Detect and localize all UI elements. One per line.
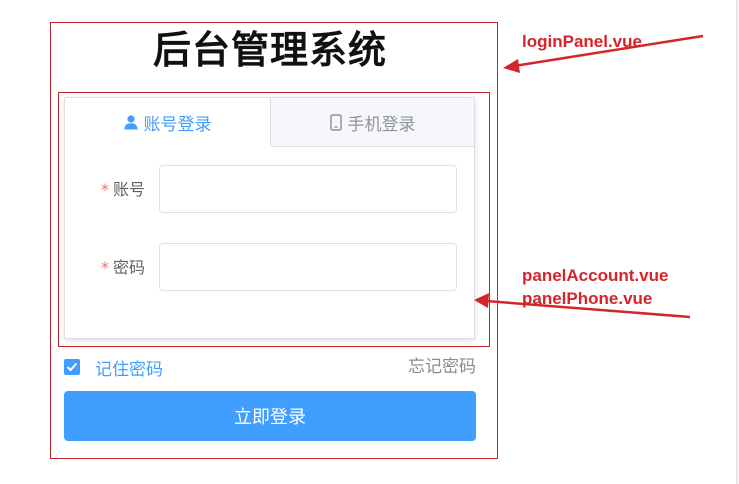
arrow-head-panel — [474, 293, 489, 308]
arrow-line-panel — [485, 299, 691, 319]
arrow-line-login-panel — [513, 34, 704, 68]
annotation-arrows — [474, 34, 704, 319]
arrow-head-login-panel — [503, 59, 520, 73]
